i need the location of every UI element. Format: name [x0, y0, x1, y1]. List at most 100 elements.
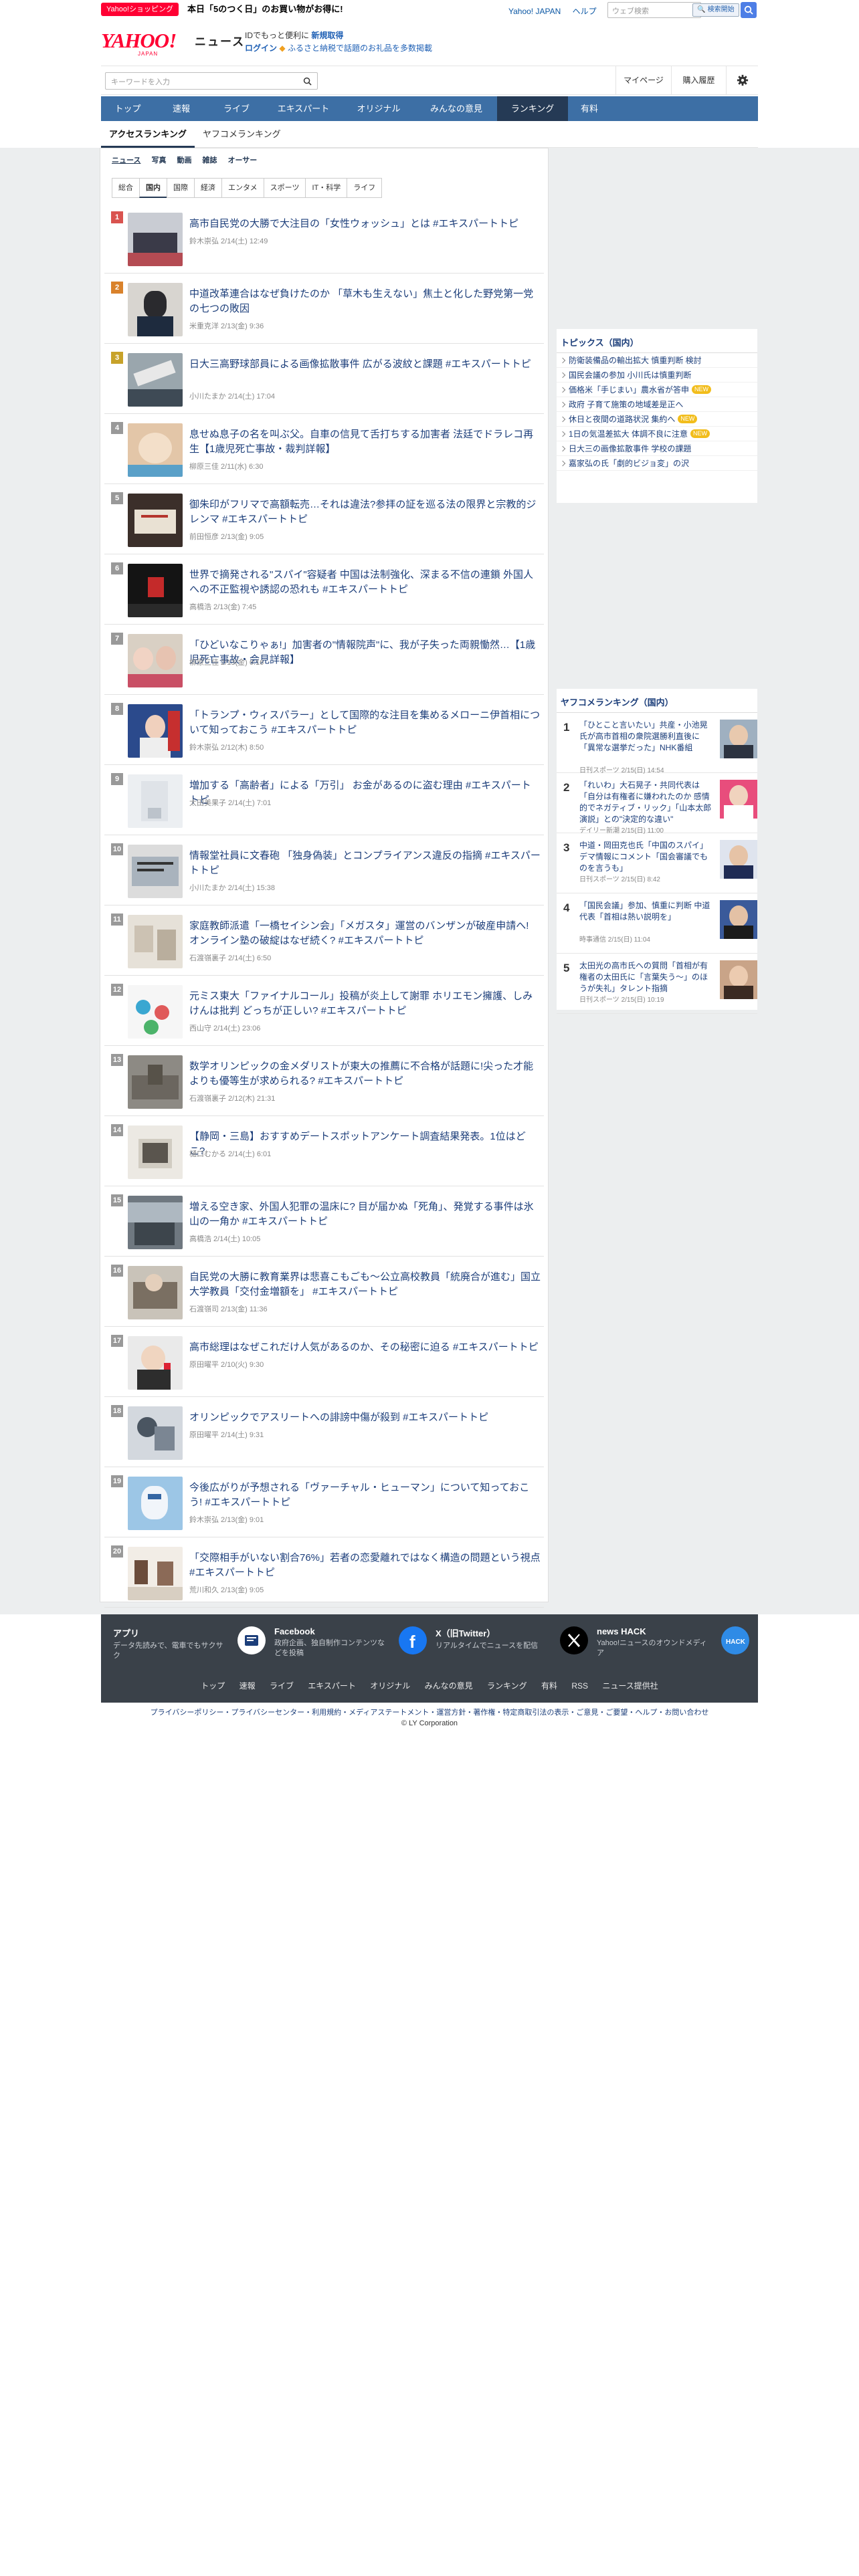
ranking-item[interactable]: 1 高市自民党の大勝で大注目の「女性ウォッシュ」とは #エキスパートトピ 鈴木崇弘 … [104, 203, 544, 274]
article-title[interactable]: 日大三高野球部員による画像拡散事件 広がる波紋と課題 #エキスパートトピ [189, 357, 541, 372]
footer-link[interactable]: RSS [571, 1681, 588, 1691]
comment-ranking-title-text[interactable]: 太田光の高市氏への質問「首相が有権者の太田氏に「言葉失う〜」のほうが失礼」タレン… [579, 960, 713, 994]
ranking-item[interactable]: 19 今後広がりが予想される「ヴァーチャル・ヒューマン」について知っておこう! #… [104, 1467, 544, 1537]
article-title[interactable]: 「トランプ・ウィスパラー」として国際的な注目を集めるメローニ伊首相について知って… [189, 708, 541, 738]
comment-ranking-item[interactable]: 4 「国民会議」参加、慎重に判断 中道代表「首相は熱い説明を」 時事通信 2/15(… [557, 893, 757, 954]
footer-link[interactable]: ライブ [270, 1681, 294, 1691]
topic-item[interactable]: 日大三の画像拡散事件 学校の課題 [557, 441, 757, 456]
ranking-item[interactable]: 9 増加する「高齢者」による「万引」 お金があるのに盗む理由 #エキスパートトピ太… [104, 765, 544, 835]
ranking-item[interactable]: 2 中道改革連合はなぜ負けたのか 「草木も生えない」焦土と化した野党第一党の七つの… [104, 274, 544, 344]
mypage-link[interactable]: マイページ [615, 66, 671, 94]
cat-photo[interactable]: 写真 [151, 148, 166, 173]
comment-ranking-title-text[interactable]: 「れいわ」大石晃子・共同代表は「自分は有権者に嫌われたのか 感情的でネガティブ・… [579, 780, 713, 825]
web-search-input[interactable]: ウェブ検索 [607, 2, 701, 18]
topic-item[interactable]: 休日と夜間の道路状況 集約へ NEW [557, 412, 757, 427]
ranking-item[interactable]: 14 【静岡・三島】おすすめデートスポットアンケート調査結果発表。1位はどこ? 樋口… [104, 1116, 544, 1186]
signup-link[interactable]: 新規取得 [311, 31, 343, 40]
topic-item[interactable]: 政府 子育て施策の地域差是正へ [557, 397, 757, 412]
search-icon[interactable] [741, 2, 757, 18]
article-title[interactable]: 自民党の大勝に教育業界は悲喜こもごも〜公立高校教員「統廃合が進む」国立大学教員「… [189, 1270, 541, 1299]
topic-item[interactable]: 国民会議の参加 小川氏は慎重判断 [557, 368, 757, 383]
article-title[interactable]: 元ミス東大「ファイナルコール」投稿が炎上して謝罪 ホリエモン擁護、しみけんは批判… [189, 989, 541, 1018]
help-link[interactable]: ヘルプ [573, 7, 597, 16]
ranking-item[interactable]: 13 数学オリンピックの金メダリストが東大の推薦に不合格が話題に!尖った才能よりも… [104, 1046, 544, 1116]
article-title[interactable]: 御朱印がフリマで高額転売…それは違法?参拝の証を巡る法の限界と宗教的ジレンマ #… [189, 498, 541, 527]
article-title[interactable]: 中道改革連合はなぜ負けたのか 「草木も生えない」焦土と化した野党第一党の七つの敗… [189, 287, 541, 316]
ranking-item[interactable]: 15 増える空き家、外国人犯罪の温床に? 目が届かぬ「死角」、発覚する事件は氷山の… [104, 1186, 544, 1257]
topic-item[interactable]: 嘉家弘の氏「劇的ビジョ変」の沢 [557, 456, 757, 471]
news-search-button[interactable] [298, 72, 318, 90]
footer-x[interactable]: X（旧Twitter） リアルタイムでニュースを配信 [436, 1626, 597, 1667]
article-title[interactable]: 「交際相手がいない割合76%」若者の恋愛離れではなく構造の問題という視点 #エキ… [189, 1551, 541, 1580]
article-title[interactable]: 数学オリンピックの金メダリストが東大の推薦に不合格が話題に!尖った才能よりも優等… [189, 1059, 541, 1089]
cat-author[interactable]: オーサー [227, 148, 257, 173]
topic-item[interactable]: 価格米「手じまい」農水省が答申 NEW [557, 383, 757, 397]
sub-it-science[interactable]: IT・科学 [305, 178, 348, 198]
comment-ranking-title-text[interactable]: 中道・岡田克也氏「中国のスパイ」デマ情報にコメント「国会審議でものを言うも」 [579, 840, 713, 874]
promo-text[interactable]: 本日「5のつく日」のお買い物がお得に! [187, 3, 343, 15]
article-title[interactable]: オリンピックでアスリートへの誹謗中傷が殺到 #エキスパートトピ [189, 1410, 541, 1425]
article-title[interactable]: 息せぬ息子の名を叫ぶ父。自車の信見て舌打ちする加害者 法廷でドラレコ再生【1歳児… [189, 427, 541, 457]
sub-life[interactable]: ライフ [347, 178, 383, 198]
footer-link[interactable]: トップ [201, 1681, 225, 1691]
footer-link[interactable]: エキスパート [308, 1681, 356, 1691]
article-title[interactable]: 高市自民党の大勝で大注目の「女性ウォッシュ」とは #エキスパートトピ [189, 217, 541, 231]
ranking-item[interactable]: 8 「トランプ・ウィスパラー」として国際的な注目を集めるメローニ伊首相について知っ… [104, 695, 544, 765]
sub-world[interactable]: 国際 [167, 178, 195, 198]
legal-links[interactable]: プライバシーポリシー・プライバシーセンター・利用規約・メディアステートメント・運… [0, 1707, 859, 1718]
ranking-item[interactable]: 11 家庭教師派遣「一橋セイシン会」「メガスタ」運営のバンザンが破産申請へ! オン… [104, 905, 544, 976]
sub-economy[interactable]: 経済 [194, 178, 222, 198]
nav-expert[interactable]: エキスパート [265, 96, 342, 121]
news-search-input[interactable]: キーワードを入力 [105, 72, 306, 90]
topic-item[interactable]: 1日の気温差拡大 体調不良に注意 NEW [557, 427, 757, 441]
footer-link[interactable]: 有料 [541, 1681, 557, 1691]
ranking-item[interactable]: 12 元ミス東大「ファイナルコール」投稿が炎上して謝罪 ホリエモン擁護、しみけんは… [104, 976, 544, 1046]
article-title[interactable]: 今後広がりが予想される「ヴァーチャル・ヒューマン」について知っておこう! #エキ… [189, 1481, 541, 1510]
comment-ranking-item[interactable]: 1 「ひとこと言いたい」共産・小池晃氏が高市首相の衆院選勝利直後に「異常な選挙だっ… [557, 713, 757, 774]
cat-news[interactable]: ニュース [112, 148, 140, 173]
furusato-link[interactable]: ふるさと納税で話題のお礼品を多数掲載 [288, 43, 432, 53]
ranking-item[interactable]: 16 自民党の大勝に教育業界は悲喜こもごも〜公立高校教員「統廃合が進む」国立大学教… [104, 1257, 544, 1327]
comment-ranking-item[interactable]: 3 中道・岡田克也氏「中国のスパイ」デマ情報にコメント「国会審議でものを言うも」日… [557, 833, 757, 893]
nav-top[interactable]: トップ [101, 96, 155, 121]
gear-icon[interactable] [726, 66, 758, 94]
footer-newshack[interactable]: news HACK Yahoo!ニュースのオウンドメディア HACK [597, 1626, 758, 1667]
footer-link[interactable]: みんなの意見 [425, 1681, 473, 1691]
ranking-item[interactable]: 6 世界で摘発される"スパイ"容疑者 中国は法制強化、深まる不信の連鎖 外国人への… [104, 554, 544, 625]
ranking-item[interactable]: 17 高市総理はなぜこれだけ人気があるのか、その秘密に迫る #エキスパートトピ 原田… [104, 1327, 544, 1397]
nav-paid[interactable]: 有料 [568, 96, 611, 121]
article-title[interactable]: 情報堂社員に文春砲 「独身偽装」とコンプライアンス違反の指摘 #エキスパートトピ [189, 849, 541, 878]
comment-ranking-title-text[interactable]: 「ひとこと言いたい」共産・小池晃氏が高市首相の衆院選勝利直後に「異常な選挙だった… [579, 720, 713, 754]
ranking-item[interactable]: 20 「交際相手がいない割合76%」若者の恋愛離れではなく構造の問題という視点 #… [104, 1537, 544, 1608]
cat-video[interactable]: 動画 [177, 148, 191, 173]
article-title[interactable]: 増える空き家、外国人犯罪の温床に? 目が届かぬ「死角」、発覚する事件は氷山の一角… [189, 1200, 541, 1229]
tab-comment-ranking[interactable]: ヤフコメランキング [195, 121, 289, 148]
shopping-badge[interactable]: Yahoo!ショッピング [101, 3, 179, 16]
yahoo-japan-link[interactable]: Yahoo! JAPAN [508, 7, 561, 16]
nav-original[interactable]: オリジナル [342, 96, 415, 121]
tab-access-ranking[interactable]: アクセスランキング [101, 121, 195, 148]
ranking-item[interactable]: 5 御朱印がフリマで高額転売…それは違法?参拝の証を巡る法の限界と宗教的ジレンマ … [104, 484, 544, 554]
cat-magazine[interactable]: 雑誌 [202, 148, 217, 173]
footer-app[interactable]: アプリ データ先読みで、電車でもサクサク [113, 1626, 274, 1667]
nav-breaking[interactable]: 速報 [155, 96, 208, 121]
sub-sports[interactable]: スポーツ [263, 178, 306, 198]
nav-opinion[interactable]: みんなの意見 [415, 96, 497, 121]
ranking-item[interactable]: 18 オリンピックでアスリートへの誹謗中傷が殺到 #エキスパートトピ 原田曜平 2/… [104, 1397, 544, 1467]
ranking-item[interactable]: 7 「ひどいなこりゃぁ!」加害者の"情報院声"に、我が子失った両親慟然…【1歳児死… [104, 625, 544, 695]
comment-ranking-item[interactable]: 5 太田光の高市氏への質問「首相が有権者の太田氏に「言葉失う〜」のほうが失礼」タレ… [557, 954, 757, 1014]
article-title[interactable]: 世界で摘発される"スパイ"容疑者 中国は法制強化、深まる不信の連鎖 外国人への不… [189, 568, 541, 597]
web-search-button[interactable]: 🔍 検索開始 [692, 3, 739, 17]
login-link[interactable]: ログイン [245, 43, 277, 53]
ranking-item[interactable]: 10 情報堂社員に文春砲 「独身偽装」とコンプライアンス違反の指摘 #エキスパート… [104, 835, 544, 905]
footer-link[interactable]: ニュース提供社 [602, 1681, 658, 1691]
purchase-history-link[interactable]: 購入履歴 [671, 66, 726, 94]
sub-all[interactable]: 総合 [112, 178, 140, 198]
footer-link[interactable]: 速報 [240, 1681, 256, 1691]
topic-item[interactable]: 防衛装備品の輸出拡大 慎重判断 検討 [557, 353, 757, 368]
sub-entertainment[interactable]: エンタメ [221, 178, 264, 198]
ranking-item[interactable]: 4 息せぬ息子の名を叫ぶ父。自車の信見て舌打ちする加害者 法廷でドラレコ再生【1歳… [104, 414, 544, 484]
article-title[interactable]: 家庭教師派遣「一橋セイシン会」「メガスタ」運営のバンザンが破産申請へ! オンライ… [189, 919, 541, 948]
nav-live[interactable]: ライブ [208, 96, 265, 121]
footer-link[interactable]: ランキング [487, 1681, 527, 1691]
